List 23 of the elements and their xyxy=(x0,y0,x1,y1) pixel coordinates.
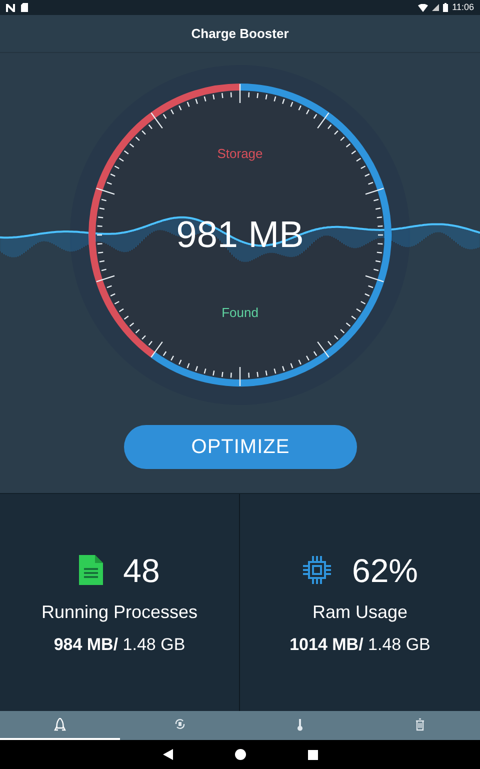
found-label: Found xyxy=(222,306,258,319)
storage-label: Storage xyxy=(217,147,263,160)
battery-icon xyxy=(443,3,448,12)
trash-icon xyxy=(414,718,426,731)
document-icon xyxy=(79,555,104,585)
app-title: Charge Booster xyxy=(191,24,289,43)
optimize-button[interactable]: OPTIMIZE xyxy=(124,425,357,469)
stat-label: Ram Usage xyxy=(312,603,408,621)
notification-n-icon xyxy=(6,4,15,12)
signal-icon xyxy=(432,4,440,11)
status-time: 11:06 xyxy=(452,3,474,12)
stat-detail: 984 MB/ 1.48 GB xyxy=(54,636,186,653)
home-icon[interactable] xyxy=(234,749,246,760)
stat-value: 48 xyxy=(123,554,160,586)
chip-icon xyxy=(302,555,332,585)
stat-label: Running Processes xyxy=(41,603,198,621)
stat-value: 62% xyxy=(352,554,418,586)
wifi-icon xyxy=(418,4,428,12)
sd-card-icon xyxy=(21,3,28,12)
cycle-icon xyxy=(174,718,186,731)
stat-detail: 1014 MB/ 1.48 GB xyxy=(290,636,430,653)
recents-icon[interactable] xyxy=(308,750,318,760)
back-icon[interactable] xyxy=(162,749,172,760)
